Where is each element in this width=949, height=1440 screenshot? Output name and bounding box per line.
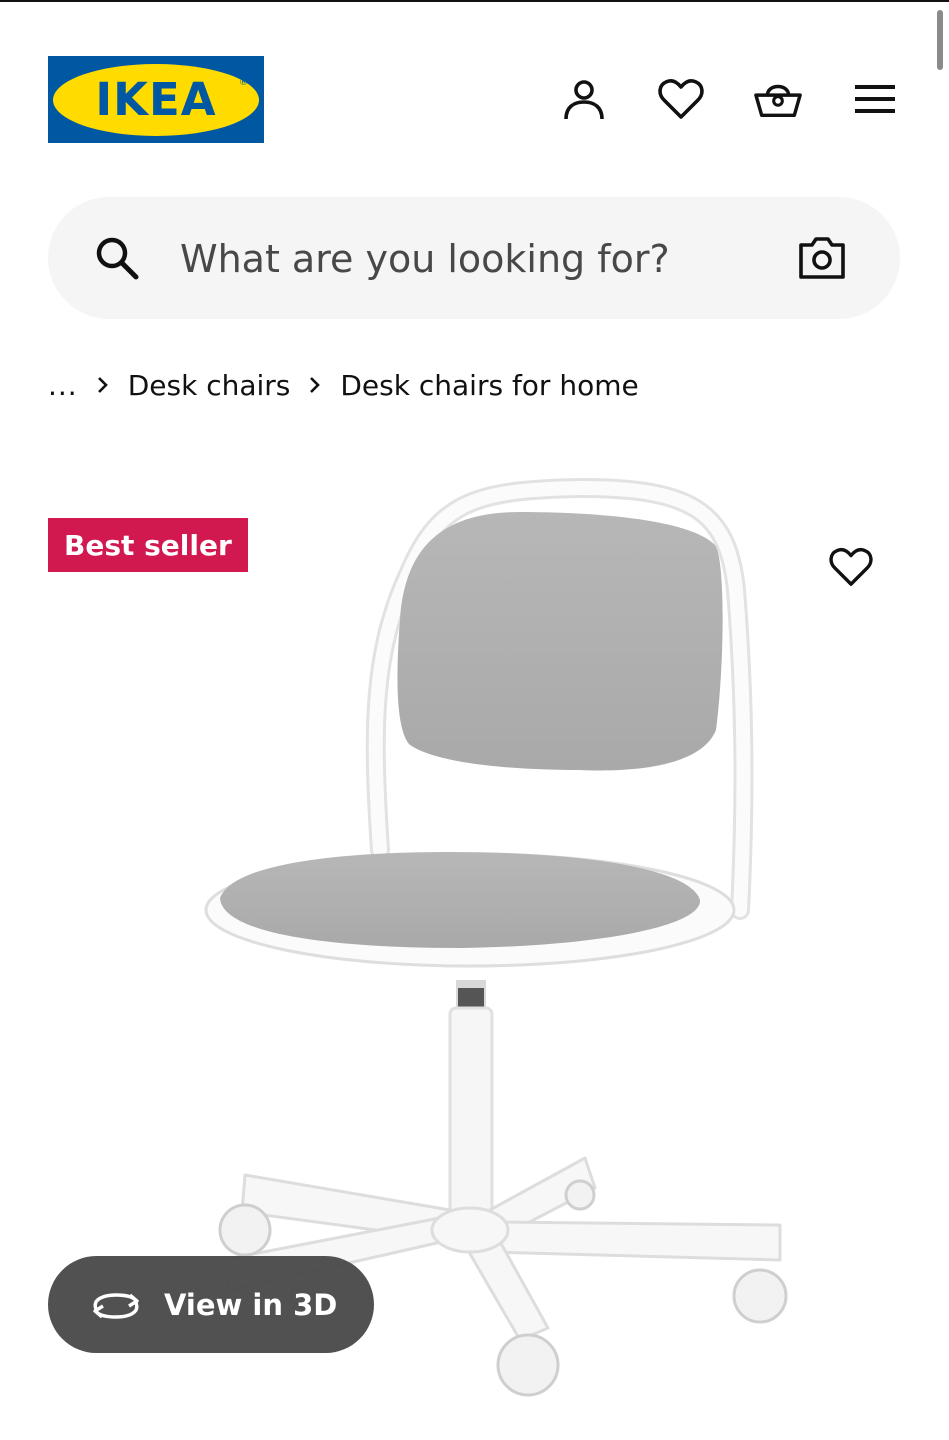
rotate-3d-icon	[90, 1285, 142, 1325]
ikea-logo[interactable]: IKEA ®	[48, 56, 264, 143]
logo-text: IKEA	[95, 73, 217, 126]
search-bar	[48, 197, 900, 319]
scrollbar[interactable]	[937, 10, 943, 70]
breadcrumb: ... Desk chairs Desk chairs for home	[48, 362, 639, 408]
breadcrumb-desk-chairs[interactable]: Desk chairs	[128, 369, 291, 402]
heart-icon	[829, 547, 873, 586]
heart-icon[interactable]	[657, 75, 705, 123]
account-icon[interactable]	[560, 75, 608, 123]
shopping-basket-icon[interactable]	[754, 75, 802, 123]
header-actions	[560, 75, 899, 123]
camera-icon[interactable]	[798, 235, 846, 281]
chevron-right-icon	[78, 376, 128, 394]
view-in-3d-button[interactable]: View in 3D	[48, 1256, 374, 1353]
best-seller-badge: Best seller	[48, 518, 248, 572]
breadcrumb-more[interactable]: ...	[48, 369, 78, 402]
chevron-right-icon	[290, 376, 340, 394]
breadcrumb-desk-chairs-for-home[interactable]: Desk chairs for home	[340, 369, 638, 402]
menu-icon[interactable]	[851, 75, 899, 123]
search-input[interactable]	[178, 227, 772, 291]
top-border	[0, 0, 949, 2]
logo-oval: IKEA	[53, 63, 259, 136]
registered-mark: ®	[239, 78, 248, 88]
view-in-3d-label: View in 3D	[164, 1287, 338, 1322]
search-icon[interactable]	[94, 235, 140, 281]
save-to-favourites-button[interactable]	[824, 540, 878, 594]
